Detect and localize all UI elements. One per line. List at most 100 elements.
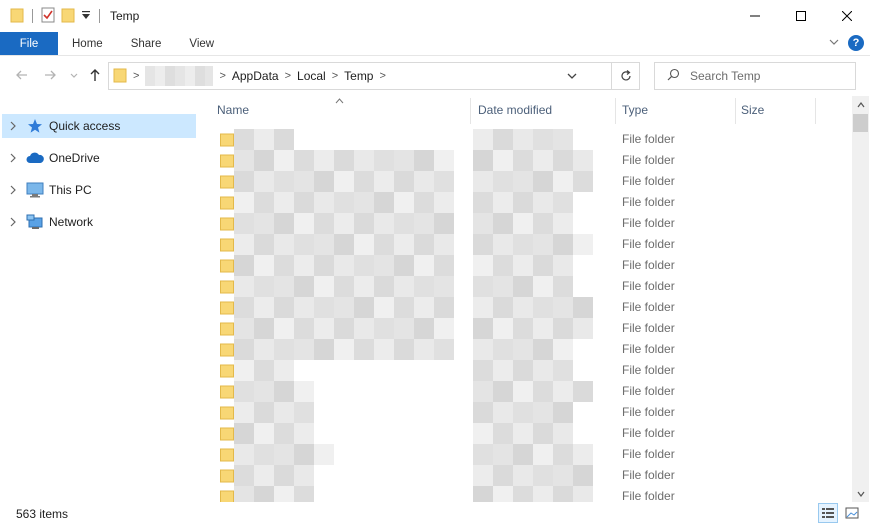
properties-icon[interactable] [41,7,55,26]
table-row[interactable]: File folder [199,465,852,486]
tab-share[interactable]: Share [117,32,176,55]
folder-icon [220,490,234,502]
folder-icon [220,280,234,294]
customize-toolbar-icon[interactable] [81,9,91,24]
breadcrumb-redacted[interactable] [145,66,214,86]
details-view-button[interactable] [818,503,838,523]
column-header-date-modified[interactable]: Date modified [478,96,552,124]
breadcrumb-separator[interactable]: > [133,70,139,82]
file-name-redacted [234,192,454,213]
file-type: File folder [622,384,675,398]
breadcrumb-appdata[interactable]: AppData [232,69,279,83]
minimize-icon [750,15,760,17]
close-button[interactable] [824,0,870,32]
breadcrumb-separator[interactable]: > [379,70,385,82]
vertical-scrollbar[interactable] [852,96,869,502]
file-type: File folder [622,342,675,356]
date-modified-redacted [473,192,573,213]
table-row[interactable]: File folder [199,381,852,402]
chevron-right-icon[interactable] [4,153,22,163]
table-row[interactable]: File folder [199,402,852,423]
breadcrumb-local[interactable]: Local [297,69,326,83]
column-divider[interactable] [615,98,616,124]
nav-item-quick-access[interactable]: Quick access [2,114,196,138]
cloud-icon [26,150,44,166]
file-type: File folder [622,489,675,502]
table-row[interactable]: File folder [199,444,852,465]
ribbon-tabs: File Home Share View ? [0,32,870,56]
table-row[interactable]: File folder [199,276,852,297]
search-box[interactable]: Search Temp [654,62,856,90]
refresh-button[interactable] [612,62,640,90]
search-icon [667,68,680,84]
tab-home[interactable]: Home [58,32,117,55]
table-row[interactable]: File folder [199,150,852,171]
chevron-down-icon [70,73,78,78]
folder-icon [220,343,234,357]
table-row[interactable]: File folder [199,255,852,276]
breadcrumb-separator[interactable]: > [219,70,225,82]
breadcrumb-separator[interactable]: > [285,70,291,82]
date-modified-redacted [473,318,593,339]
address-dropdown-button[interactable] [565,69,579,83]
date-modified-redacted [473,129,573,150]
breadcrumb-separator[interactable]: > [332,70,338,82]
column-header-type[interactable]: Type [622,96,648,124]
table-row[interactable]: File folder [199,129,852,150]
expand-ribbon-button[interactable] [828,36,840,51]
column-divider[interactable] [470,98,471,124]
item-count: 563 items [16,507,69,521]
view-switcher [818,503,862,523]
nav-item-label: OneDrive [49,151,100,165]
column-divider[interactable] [735,98,736,124]
table-row[interactable]: File folder [199,297,852,318]
maximize-button[interactable] [778,0,824,32]
column-header-size[interactable]: Size [741,96,764,124]
column-header-name[interactable]: Name [217,96,249,124]
scroll-down-button[interactable] [852,485,869,502]
chevron-right-icon[interactable] [4,121,22,131]
navigation-bar: > > AppData > Local > Temp > Search Temp [0,57,870,95]
chevron-right-icon[interactable] [4,185,22,195]
nav-item-network[interactable]: Network [2,210,196,234]
nav-item-onedrive[interactable]: OneDrive [2,146,196,170]
table-row[interactable]: File folder [199,339,852,360]
table-row[interactable]: File folder [199,192,852,213]
minimize-button[interactable] [732,0,778,32]
table-row[interactable]: File folder [199,171,852,192]
help-icon[interactable]: ? [848,35,864,51]
folder-icon [220,364,234,378]
breadcrumb-temp[interactable]: Temp [344,69,373,83]
folder-icon[interactable] [10,7,24,26]
chevron-right-icon[interactable] [4,217,22,227]
date-modified-redacted [473,234,593,255]
breadcrumb: > > AppData > Local > Temp > [109,63,392,89]
nav-item-label: Network [49,215,94,229]
table-row[interactable]: File folder [199,318,852,339]
column-divider[interactable] [815,98,816,124]
date-modified-redacted [473,360,573,381]
file-type: File folder [622,426,675,440]
tab-file[interactable]: File [0,32,58,55]
table-row[interactable]: File folder [199,234,852,255]
scroll-up-button[interactable] [852,96,869,113]
maximize-icon [796,11,806,21]
forward-button[interactable] [42,67,58,83]
table-row[interactable]: File folder [199,213,852,234]
table-row[interactable]: File folder [199,486,852,502]
file-type: File folder [622,132,675,146]
new-folder-icon[interactable] [61,7,75,26]
nav-item-this-pc[interactable]: This PC [2,178,196,202]
table-row[interactable]: File folder [199,360,852,381]
back-button[interactable] [14,67,30,83]
tab-view[interactable]: View [175,32,228,55]
large-icons-view-button[interactable] [842,503,862,523]
up-button[interactable] [87,67,103,83]
table-row[interactable]: File folder [199,423,852,444]
scrollbar-thumb[interactable] [853,114,868,132]
file-name-redacted [234,150,454,171]
search-input[interactable]: Search Temp [690,69,760,83]
recent-locations-button[interactable] [66,67,82,83]
address-bar[interactable]: > > AppData > Local > Temp > [108,62,612,90]
file-type: File folder [622,153,675,167]
